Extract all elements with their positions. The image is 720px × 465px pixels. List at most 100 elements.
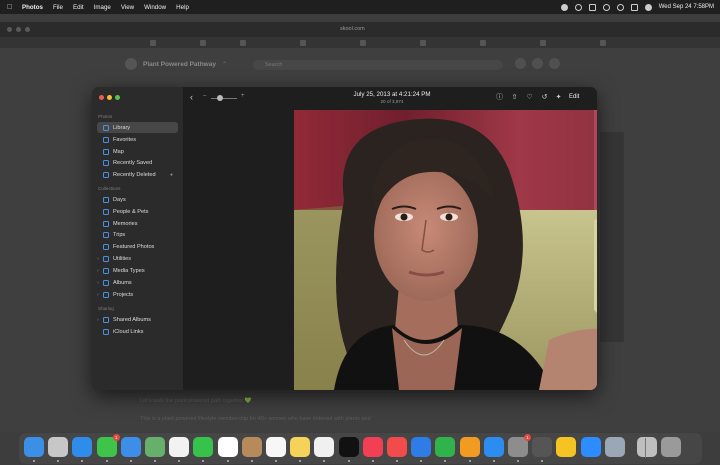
dock-preview-icon[interactable] — [604, 437, 625, 457]
safari-zoom-button[interactable] — [25, 27, 30, 32]
menu-app-name[interactable]: Photos — [22, 4, 43, 11]
edit-button[interactable]: Edit — [569, 94, 579, 100]
sidebar-item-shared-albums[interactable]: › Shared Albums — [97, 314, 178, 325]
sidebar-item-featured-photos[interactable]: Featured Photos — [97, 241, 178, 252]
dock-system-settings-icon[interactable]: 1 — [508, 434, 531, 457]
favorite-icon[interactable] — [150, 40, 156, 46]
screen-record-icon[interactable] — [560, 3, 568, 11]
now-playing-icon[interactable] — [574, 3, 582, 11]
zoom-out-icon[interactable]: – — [203, 93, 206, 99]
sidebar-item-trips[interactable]: Trips — [97, 229, 178, 240]
dock-music-icon[interactable] — [362, 437, 383, 457]
sidebar-item-media-types[interactable]: › Media Types — [97, 265, 178, 276]
menu-edit[interactable]: Edit — [73, 4, 84, 11]
chevron-right-icon[interactable]: › — [97, 256, 99, 262]
dock-calendar-icon[interactable] — [217, 437, 238, 457]
favorite-icon[interactable] — [300, 40, 306, 46]
favorite-icon[interactable] — [540, 40, 546, 46]
zoom-slider[interactable] — [211, 98, 237, 99]
sidebar-item-utilities[interactable]: › Utilities — [97, 253, 178, 264]
site-logo[interactable] — [125, 58, 137, 70]
battery-icon[interactable] — [588, 3, 596, 11]
menu-view[interactable]: View — [121, 4, 134, 11]
menu-help[interactable]: Help — [176, 4, 189, 11]
favorite-icon[interactable] — [480, 40, 486, 46]
chevron-right-icon[interactable]: › — [97, 268, 99, 274]
dock-numbers-icon[interactable] — [435, 437, 456, 457]
dock-trash-icon[interactable] — [661, 437, 682, 457]
dock-downloads-icon[interactable] — [637, 437, 657, 457]
rotate-icon[interactable]: ↺ — [541, 94, 548, 101]
favorite-icon[interactable] — [600, 40, 606, 46]
zoom-button[interactable] — [115, 95, 120, 100]
favorite-icon[interactable] — [200, 40, 206, 46]
dock-iphone-mirroring-icon[interactable] — [532, 437, 553, 457]
site-title[interactable]: Plant Powered Pathway — [143, 61, 216, 68]
dock-maps-icon[interactable] — [145, 437, 165, 457]
menu-clock[interactable]: Wed Sep 24 7:58PM — [659, 4, 714, 10]
sidebar-item-library[interactable]: Library — [97, 122, 178, 133]
dock-notes-icon[interactable] — [290, 437, 311, 457]
dock-app-store-icon[interactable] — [483, 437, 504, 457]
favorite-icon[interactable] — [240, 40, 246, 46]
favorite-heart-icon[interactable]: ♡ — [526, 94, 533, 101]
close-button[interactable] — [99, 95, 104, 100]
apple-menu-icon[interactable]:  — [7, 4, 13, 11]
menu-image[interactable]: Image — [94, 4, 111, 11]
sidebar-item-recently-deleted[interactable]: Recently Deleted ● — [97, 169, 178, 180]
dock-photos-icon[interactable] — [169, 437, 190, 457]
dock-tips-icon[interactable] — [556, 437, 577, 457]
safari-address-bar[interactable]: skool.com — [340, 26, 365, 32]
sidebar-item-people-pets[interactable]: People & Pets — [97, 206, 178, 217]
info-icon[interactable]: ⓘ — [496, 94, 503, 101]
dock-facetime-icon[interactable] — [193, 437, 214, 457]
sidebar-item-days[interactable]: Days — [97, 194, 178, 205]
running-indicator — [541, 460, 544, 462]
enhance-icon[interactable]: ✦ — [555, 94, 562, 101]
search-icon[interactable] — [616, 3, 624, 11]
share-icon[interactable]: ⇧ — [511, 94, 518, 101]
favorite-icon[interactable] — [420, 40, 426, 46]
chat-icon[interactable] — [515, 58, 526, 69]
dock-tv-icon[interactable] — [338, 437, 359, 457]
safari-close-button[interactable] — [7, 27, 12, 32]
control-center-icon[interactable] — [630, 3, 638, 11]
sidebar-item-icloud-links[interactable]: iCloud Links — [97, 326, 178, 337]
dock-finder-icon[interactable] — [24, 437, 44, 457]
dock-reminders-icon[interactable] — [266, 437, 286, 457]
wifi-icon[interactable] — [602, 3, 610, 11]
bell-icon[interactable] — [532, 58, 543, 69]
dock-contacts-icon[interactable] — [241, 437, 262, 457]
chevron-right-icon[interactable]: › — [97, 317, 99, 323]
sidebar-item-projects[interactable]: › Projects — [97, 289, 178, 300]
menu-window[interactable]: Window — [144, 4, 166, 11]
menu-file[interactable]: File — [53, 4, 63, 11]
sidebar-item-map[interactable]: Map — [97, 146, 178, 157]
back-chevron-icon[interactable]: ‹ — [190, 92, 193, 102]
avatar[interactable] — [549, 58, 560, 69]
chevron-down-icon[interactable]: ⌃ — [222, 61, 227, 68]
dock-zoom-icon[interactable] — [580, 437, 601, 457]
user-avatar-icon[interactable] — [644, 3, 652, 11]
dock-mail-icon[interactable] — [120, 437, 141, 457]
sidebar-item-memories[interactable]: Memories — [97, 218, 178, 229]
dock-safari-icon[interactable] — [72, 437, 93, 457]
dock-news-icon[interactable] — [387, 437, 407, 457]
sidebar-item-albums[interactable]: › Albums — [97, 277, 178, 288]
dock-pages-icon[interactable] — [459, 437, 480, 457]
dock-freeform-icon[interactable] — [314, 437, 335, 457]
sidebar-item-favorites[interactable]: Favorites — [97, 134, 178, 145]
site-search-input[interactable]: Search — [253, 60, 503, 70]
dock-messages-icon[interactable]: 1 — [96, 434, 120, 457]
favorite-icon[interactable] — [360, 40, 366, 46]
dock-keynote-icon[interactable] — [411, 437, 432, 457]
sidebar-item-recently-saved[interactable]: Recently Saved — [97, 157, 178, 168]
minimize-button[interactable] — [107, 95, 112, 100]
dock-launchpad-icon[interactable] — [48, 437, 69, 457]
photo-image[interactable] — [294, 110, 597, 390]
chevron-right-icon[interactable]: › — [97, 280, 99, 286]
chevron-right-icon[interactable]: › — [97, 292, 99, 298]
zoom-in-icon[interactable]: + — [241, 93, 245, 99]
zoom-slider-knob[interactable] — [217, 95, 223, 101]
safari-minimize-button[interactable] — [16, 27, 21, 32]
